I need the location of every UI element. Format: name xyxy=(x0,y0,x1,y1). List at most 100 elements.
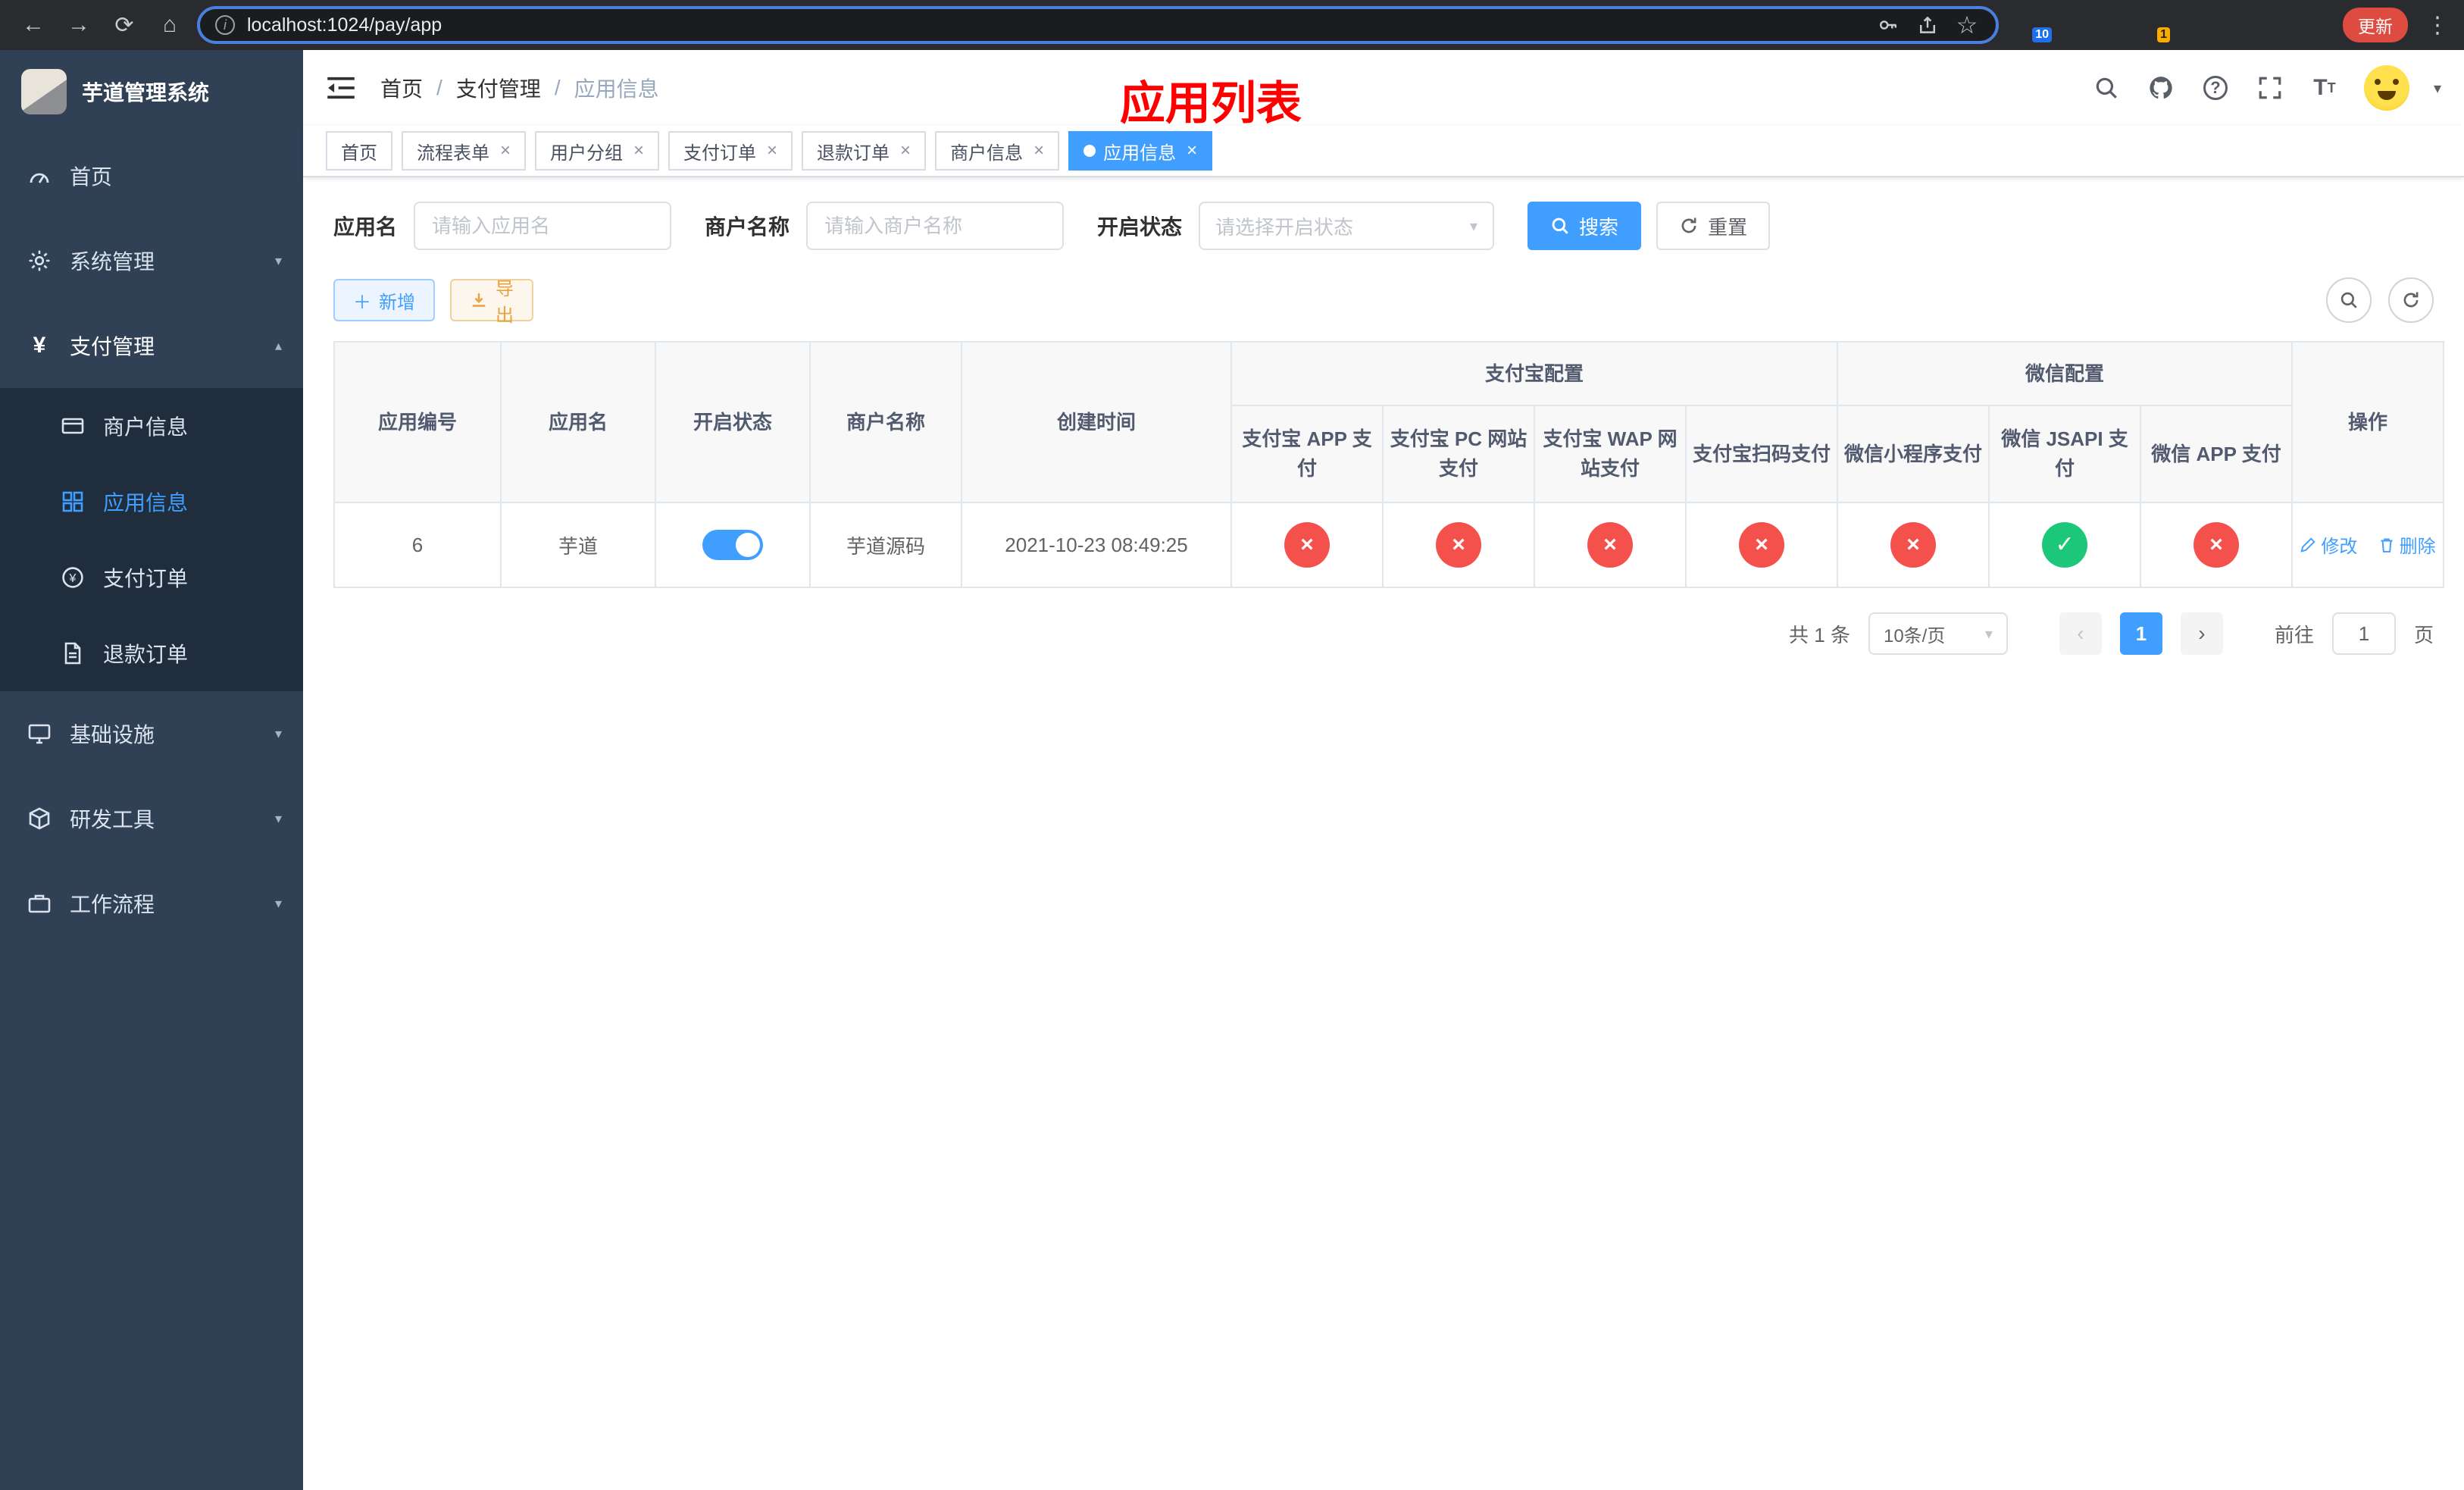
avatar[interactable] xyxy=(2363,65,2409,111)
screen: ← → ⟳ ⌂ i localhost:1024/pay/app ☆ 10 1 … xyxy=(0,0,2464,1490)
col-wechat-mini: 微信小程序支付 xyxy=(1837,405,1990,503)
sidebar-item-pay-orders[interactable]: ¥ 支付订单 xyxy=(0,540,303,615)
yen-icon: ¥ xyxy=(33,333,46,358)
export-button[interactable]: 导出 xyxy=(450,279,533,326)
merchant-name-input[interactable] xyxy=(806,202,1065,250)
extension-icon-red[interactable]: 10 xyxy=(2020,12,2052,42)
col-actions: 操作 xyxy=(2291,341,2445,503)
gear-icon xyxy=(29,250,50,271)
url-text[interactable]: localhost:1024/pay/app xyxy=(247,14,1862,36)
status-toggle[interactable] xyxy=(702,530,763,560)
avatar-caret-icon[interactable]: ▾ xyxy=(2434,79,2441,98)
edit-link[interactable]: 修改 xyxy=(2300,531,2357,558)
sidebar-item-app-info[interactable]: 应用信息 xyxy=(0,464,303,540)
extension-icon-green-square[interactable] xyxy=(2217,12,2243,38)
tab-refund-orders[interactable]: 退款订单 × xyxy=(802,131,927,171)
site-info-icon[interactable]: i xyxy=(215,15,235,35)
app-name-input[interactable] xyxy=(414,202,672,250)
chevron-down-icon: ▾ xyxy=(274,725,282,741)
sidebar-item-refund-orders[interactable]: 退款订单 xyxy=(0,615,303,691)
brand-title: 芋道管理系统 xyxy=(82,81,210,105)
cell-created: 2021-10-23 08:49:25 xyxy=(961,502,1232,588)
breadcrumb-payment[interactable]: 支付管理 xyxy=(456,73,541,103)
tab-user-group[interactable]: 用户分组 × xyxy=(535,131,660,171)
sidebar-item-payment[interactable]: ¥ 支付管理 ▴ xyxy=(0,303,303,388)
tab-process-form[interactable]: 流程表单 × xyxy=(402,131,527,171)
search-icon[interactable] xyxy=(2091,73,2122,103)
extension-icon-green-circle[interactable] xyxy=(2178,12,2203,38)
col-status: 开启状态 xyxy=(655,341,811,503)
breadcrumb-home[interactable]: 首页 xyxy=(380,73,423,103)
top-navbar: 首页 / 支付管理 / 应用信息 ? T T ▾ xyxy=(303,50,2464,126)
svg-text:¥: ¥ xyxy=(69,572,77,585)
extension-icon-dark[interactable] xyxy=(2099,12,2125,38)
sidebar-item-system[interactable]: 系统管理 ▾ xyxy=(0,218,303,303)
close-icon[interactable]: × xyxy=(767,142,777,160)
extension-icon-blue-drop[interactable] xyxy=(2059,12,2085,38)
merchant-name-label: 商户名称 xyxy=(705,215,790,239)
bookmark-star-icon[interactable]: ☆ xyxy=(1953,11,1981,39)
add-button[interactable]: ＋ 新增 xyxy=(333,279,435,321)
sidebar-item-merchant-info[interactable]: 商户信息 xyxy=(0,388,303,464)
yen-circle-icon: ¥ xyxy=(62,567,83,588)
search-button[interactable]: 搜索 xyxy=(1527,202,1642,250)
hamburger-icon[interactable] xyxy=(326,76,356,100)
breadcrumb-current: 应用信息 xyxy=(574,77,659,101)
share-icon[interactable] xyxy=(1914,11,1941,39)
tab-pay-orders[interactable]: 支付订单 × xyxy=(668,131,793,171)
font-size-icon[interactable]: TT xyxy=(2309,73,2340,103)
col-created: 创建时间 xyxy=(961,341,1232,503)
goto-page-input[interactable] xyxy=(2331,612,2396,655)
sidebar-item-dev-tools[interactable]: 研发工具 ▾ xyxy=(0,776,303,861)
plus-icon: ＋ xyxy=(353,292,371,313)
back-icon[interactable]: ← xyxy=(15,7,52,43)
extension-icon-emoji[interactable] xyxy=(2296,12,2322,38)
tab-merchant-info[interactable]: 商户信息 × xyxy=(935,131,1060,171)
browser-update-button[interactable]: 更新 xyxy=(2343,8,2408,42)
page-number-1[interactable]: 1 xyxy=(2119,612,2162,655)
forward-icon[interactable]: → xyxy=(61,7,97,43)
reset-button[interactable]: 重置 xyxy=(1656,202,1771,250)
refresh-table-button[interactable] xyxy=(2388,277,2434,323)
browser-menu-icon[interactable]: ⋮ xyxy=(2426,12,2449,39)
delete-link[interactable]: 删除 xyxy=(2378,531,2436,558)
close-icon[interactable]: × xyxy=(633,142,644,160)
cell-status xyxy=(655,502,811,588)
status-select[interactable]: 请选择开启状态 ▾ xyxy=(1199,202,1495,250)
extension-icon-multicolor[interactable]: 1 xyxy=(2138,12,2170,42)
app-name-label: 应用名 xyxy=(333,215,398,239)
page-content: 应用名 商户名称 开启状态 请选择开启状态 ▾ xyxy=(303,177,2464,1490)
chevron-down-icon: ▾ xyxy=(274,252,282,268)
github-icon[interactable] xyxy=(2146,73,2176,103)
cell-merchant: 芋道源码 xyxy=(809,502,962,588)
close-icon[interactable]: × xyxy=(1187,142,1197,160)
close-icon[interactable]: × xyxy=(900,142,911,160)
fullscreen-icon[interactable] xyxy=(2255,73,2285,103)
reload-icon[interactable]: ⟳ xyxy=(106,7,142,43)
close-icon[interactable]: × xyxy=(1033,142,1044,160)
extension-icon-pin[interactable] xyxy=(2256,12,2282,38)
alipay-app-status-icon: × xyxy=(1284,522,1330,568)
password-key-icon[interactable] xyxy=(1875,11,1902,39)
col-app-id: 应用编号 xyxy=(333,341,502,503)
sidebar-item-home[interactable]: 首页 xyxy=(0,133,303,218)
close-icon[interactable]: × xyxy=(500,142,511,160)
prev-page-button[interactable]: ‹ xyxy=(2059,612,2102,655)
toggle-search-button[interactable] xyxy=(2326,277,2372,323)
tab-home[interactable]: 首页 xyxy=(326,131,392,171)
sidebar-item-workflow[interactable]: 工作流程 ▾ xyxy=(0,861,303,946)
sidebar-item-infrastructure[interactable]: 基础设施 ▾ xyxy=(0,691,303,776)
wechat-mini-status-icon: × xyxy=(1890,522,1937,568)
address-bar[interactable]: i localhost:1024/pay/app ☆ xyxy=(197,6,1999,44)
col-alipay-pc: 支付宝 PC 网站支付 xyxy=(1382,405,1535,503)
next-page-button[interactable]: › xyxy=(2180,612,2223,655)
help-icon[interactable]: ? xyxy=(2200,73,2231,103)
alipay-wap-status-icon: × xyxy=(1587,522,1633,568)
refresh-icon xyxy=(1681,218,1696,233)
page-size-select[interactable]: 10条/页 ▾ xyxy=(1868,612,2008,655)
filter-form: 应用名 商户名称 开启状态 请选择开启状态 ▾ xyxy=(333,202,2434,250)
tab-app-info[interactable]: 应用信息 × xyxy=(1068,131,1213,171)
sidebar-logo[interactable]: 芋道管理系统 xyxy=(0,50,303,133)
home-icon[interactable]: ⌂ xyxy=(152,7,188,43)
trash-icon xyxy=(2381,538,2393,552)
